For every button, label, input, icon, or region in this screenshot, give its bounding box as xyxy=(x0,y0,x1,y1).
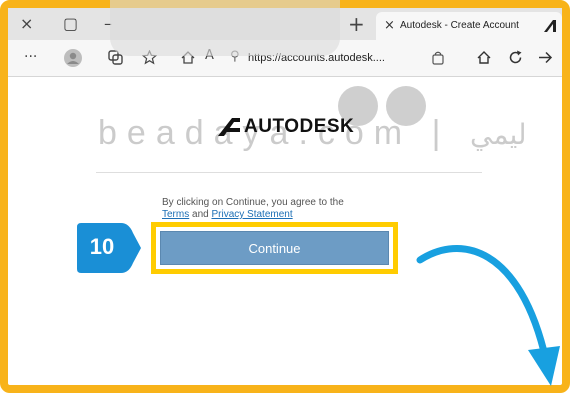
autodesk-logo-icon xyxy=(218,118,240,136)
brand-name: AUTODESK xyxy=(244,116,355,137)
terms-prefix: By clicking on Continue, you agree to th… xyxy=(162,197,344,208)
tab-autodesk[interactable]: × Autodesk - Create Account xyxy=(376,12,562,40)
watermark-logo-shape xyxy=(110,0,340,56)
terms-text: By clicking on Continue, you agree to th… xyxy=(162,197,392,221)
refresh-icon[interactable] xyxy=(508,50,523,65)
profile-avatar-icon[interactable] xyxy=(64,49,82,67)
terms-link[interactable]: Terms xyxy=(162,209,189,220)
close-window-icon[interactable]: × xyxy=(20,14,33,33)
new-tab-button[interactable]: + xyxy=(348,12,365,36)
pointer-arrow-icon xyxy=(416,245,560,386)
page-info-icon[interactable] xyxy=(432,51,444,65)
more-options-icon[interactable]: ··· xyxy=(24,49,37,65)
terms-and: and xyxy=(192,209,209,220)
restore-window-icon[interactable]: ▢ xyxy=(63,14,78,33)
continue-button[interactable]: Continue xyxy=(160,231,389,265)
tab-title: Autodesk - Create Account xyxy=(400,20,519,31)
privacy-statement-link[interactable]: Privacy Statement xyxy=(211,209,292,220)
home-icon[interactable] xyxy=(476,50,492,65)
forward-arrow-icon[interactable] xyxy=(538,50,554,65)
divider xyxy=(96,172,482,173)
watermark-arabic-text: ليمي xyxy=(470,118,527,151)
step-badge: 10 xyxy=(77,223,141,273)
step-number: 10 xyxy=(89,234,115,259)
autodesk-tab-logo-icon xyxy=(544,20,556,32)
tab-close-icon[interactable]: × xyxy=(384,18,395,33)
